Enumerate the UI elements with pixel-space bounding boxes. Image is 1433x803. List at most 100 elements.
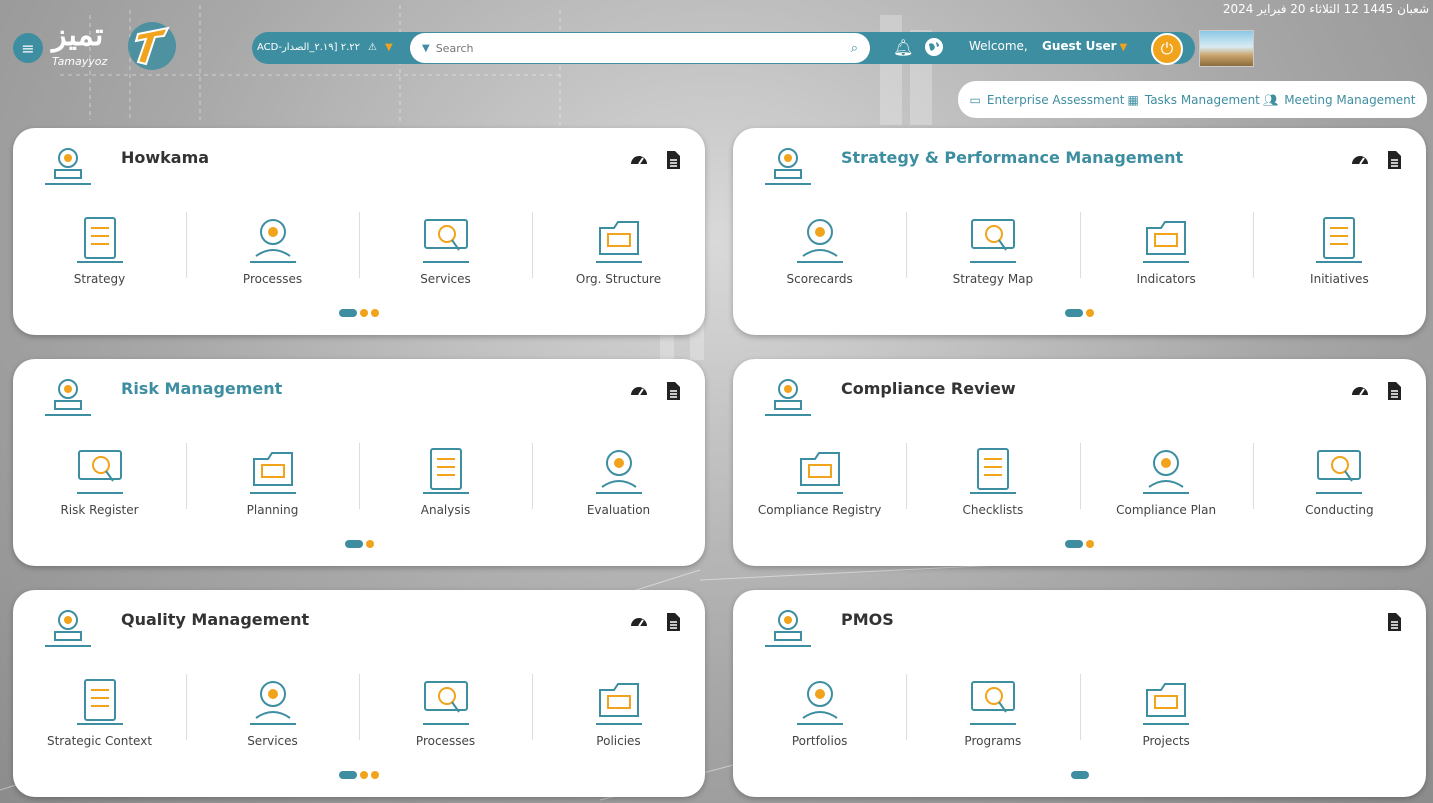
carousel-dot[interactable] [360, 309, 368, 317]
module-card-pmos: PMOS Portfolios Programs Projects [733, 590, 1426, 797]
module-item-processes[interactable]: Processes [186, 206, 359, 286]
report-document-icon[interactable] [663, 612, 683, 632]
organization-avatar[interactable] [1199, 30, 1254, 67]
module-card-risk-management: Risk Management Risk Register Planning A… [13, 359, 705, 566]
strategy-icon [71, 210, 129, 268]
card-title[interactable]: PMOS [841, 610, 894, 629]
card-title[interactable]: Howkama [121, 148, 209, 167]
user-menu[interactable]: Guest User ▼ [1042, 39, 1127, 53]
carousel-dot[interactable] [365, 540, 374, 548]
module-item-initiatives[interactable]: Initiatives [1252, 206, 1426, 286]
module-item-projects[interactable]: Projects [1079, 668, 1253, 748]
module-card-compliance-review: Compliance Review Compliance Registry Ch… [733, 359, 1426, 566]
module-card-quality-management: Quality Management Strategic Context Ser… [13, 590, 705, 797]
module-item-label: Initiatives [1310, 272, 1369, 286]
module-item-processes[interactable]: Processes [359, 668, 532, 748]
dashboard-gauge-icon[interactable] [1350, 381, 1370, 401]
module-item-label: Conducting [1305, 503, 1374, 517]
carousel-dot[interactable] [1086, 540, 1094, 548]
quicklink-label: Tasks Management [1144, 92, 1260, 107]
module-item-strategic-context[interactable]: Strategic Context [13, 668, 186, 748]
module-item-risk-register[interactable]: Risk Register [13, 437, 186, 517]
dashboard-gauge-icon[interactable] [1350, 150, 1370, 170]
carousel-dot[interactable] [371, 771, 379, 779]
module-item-org-structure[interactable]: Org. Structure [532, 206, 705, 286]
module-item-strategy-map[interactable]: Strategy Map [906, 206, 1079, 286]
module-item-services[interactable]: Services [186, 668, 359, 748]
carousel-dot[interactable] [1065, 309, 1083, 317]
module-item-compliance-plan[interactable]: Compliance Plan [1079, 437, 1253, 517]
language-globe-icon[interactable] [925, 38, 943, 56]
module-item-services[interactable]: Services [359, 206, 532, 286]
module-item-label: Portfolios [791, 734, 848, 748]
carousel-dot[interactable] [360, 771, 368, 779]
module-item-label: Processes [242, 272, 303, 286]
report-document-icon[interactable] [663, 381, 683, 401]
module-item-evaluation[interactable]: Evaluation [532, 437, 705, 517]
quicklink-enterprise-assessment[interactable]: ▭ Enterprise Assessment [970, 93, 1125, 107]
module-item-policies[interactable]: Policies [532, 668, 705, 748]
strategic-context-icon [71, 672, 129, 730]
module-item-scorecards[interactable]: Scorecards [733, 206, 906, 286]
card-actions [1350, 150, 1404, 170]
processes-icon [417, 672, 475, 730]
module-item-compliance-registry[interactable]: Compliance Registry [733, 437, 906, 517]
card-items: Strategy Processes Services Org. Structu… [13, 206, 705, 286]
hamburger-menu-button[interactable]: ≡ [13, 33, 43, 63]
carousel-dot[interactable] [1070, 771, 1089, 779]
compliance-registry-icon [791, 441, 849, 499]
module-item-conducting[interactable]: Conducting [1252, 437, 1426, 517]
module-item-portfolios[interactable]: Portfolios [733, 668, 906, 748]
version-selector[interactable]: ACD-٢.٢٢ [٢.١٩_الصدار ⚠ ▼ [257, 38, 393, 56]
dashboard-gauge-icon[interactable] [629, 381, 649, 401]
search-filter-dropdown-icon[interactable]: ▼ [422, 43, 430, 54]
org-structure-icon [590, 210, 648, 268]
quicklink-meeting-management[interactable]: 👥︎ Meeting Management [1263, 93, 1415, 107]
scorecards-icon [791, 210, 849, 268]
quicklink-tasks-management[interactable]: ▦ Tasks Management [1128, 93, 1260, 107]
carousel-pagination [733, 309, 1426, 317]
dashboard-gauge-icon[interactable] [629, 150, 649, 170]
module-item-analysis[interactable]: Analysis [359, 437, 532, 517]
report-document-icon[interactable] [1384, 381, 1404, 401]
module-item-indicators[interactable]: Indicators [1079, 206, 1253, 286]
module-item-programs[interactable]: Programs [906, 668, 1079, 748]
report-document-icon[interactable] [1384, 150, 1404, 170]
module-item-label: Strategic Context [46, 734, 153, 748]
carousel-pagination [13, 309, 705, 317]
report-document-icon[interactable] [1384, 612, 1404, 632]
module-item-planning[interactable]: Planning [186, 437, 359, 517]
initiatives-icon [1310, 210, 1368, 268]
search-input[interactable] [435, 41, 851, 55]
carousel-dot[interactable] [339, 771, 357, 779]
carousel-dot[interactable] [1086, 309, 1094, 317]
card-actions [629, 150, 683, 170]
carousel-dot[interactable] [371, 309, 379, 317]
carousel-dot[interactable] [344, 540, 363, 548]
logo-english-text: Tamayyoz [52, 55, 108, 68]
tamayyoz-logo[interactable]: تميز Tamayyoz [50, 18, 185, 78]
calendar-icon: ▦ [1127, 92, 1139, 107]
module-item-label: Compliance Registry [757, 503, 882, 517]
notifications-bell-icon[interactable]: 🔔︎ [893, 38, 913, 57]
module-item-checklists[interactable]: Checklists [906, 437, 1079, 517]
users-icon: 👥︎ [1262, 92, 1279, 107]
dashboard-gauge-icon[interactable] [629, 612, 649, 632]
carousel-dot[interactable] [339, 309, 357, 317]
carousel-dot[interactable] [1065, 540, 1083, 548]
hamburger-icon: ≡ [21, 38, 35, 58]
module-item-label: Indicators [1136, 272, 1196, 286]
card-title[interactable]: Risk Management [121, 379, 282, 398]
search-icon[interactable]: ⌕ [851, 41, 858, 56]
target-icon [763, 142, 813, 186]
card-title[interactable]: Strategy & Performance Management [841, 148, 1183, 167]
card-title[interactable]: Quality Management [121, 610, 309, 629]
card-items: Portfolios Programs Projects [733, 668, 1426, 748]
compliance-plan-icon [1137, 441, 1195, 499]
card-title[interactable]: Compliance Review [841, 379, 1016, 398]
module-item-label: Strategy Map [952, 272, 1034, 286]
module-item-strategy[interactable]: Strategy [13, 206, 186, 286]
logout-power-button[interactable]: ⏻ [1151, 33, 1183, 65]
module-item-label: Services [247, 734, 298, 748]
report-document-icon[interactable] [663, 150, 683, 170]
